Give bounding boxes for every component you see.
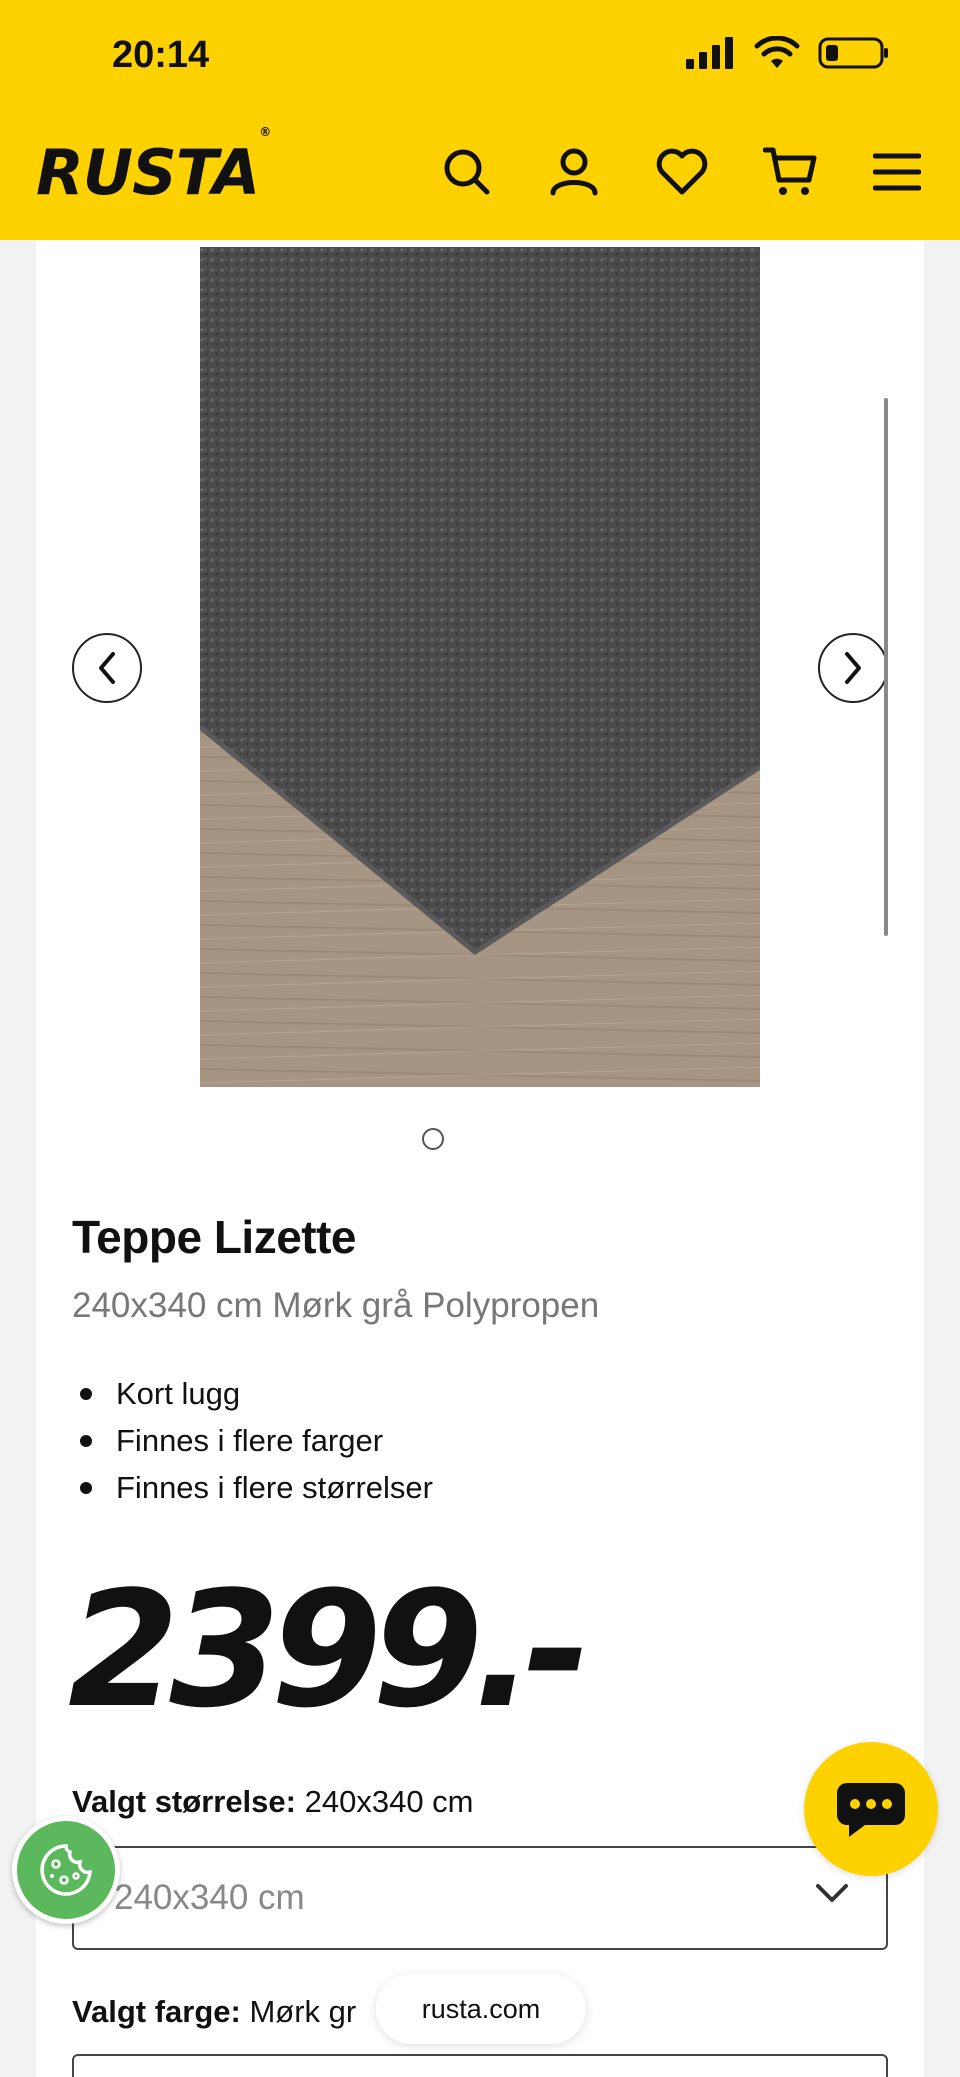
product-image[interactable] bbox=[200, 247, 760, 1087]
size-label-key: Valgt størrelse: bbox=[72, 1784, 296, 1819]
site-header: 20:14 RUSTA® bbox=[0, 0, 960, 240]
search-icon[interactable] bbox=[435, 140, 499, 204]
product-subtitle: 240x340 cm Mørk grå Polypropen bbox=[72, 1286, 600, 1325]
product-title: Teppe Lizette bbox=[72, 1211, 357, 1263]
size-label-value: 240x340 cm bbox=[304, 1784, 474, 1819]
color-label: Valgt farge: Mørk gr bbox=[72, 1994, 356, 2030]
cookie-icon bbox=[40, 1844, 92, 1896]
user-icon[interactable] bbox=[542, 140, 606, 204]
status-icons bbox=[686, 36, 890, 70]
chevron-down-icon bbox=[816, 1884, 848, 1902]
carousel-next-button[interactable] bbox=[818, 633, 888, 703]
carousel-prev-button[interactable] bbox=[72, 633, 142, 703]
size-select-value: 240x340 cm bbox=[114, 1878, 305, 1917]
cookie-settings-button[interactable] bbox=[12, 1816, 120, 1924]
chevron-right-icon bbox=[845, 652, 861, 684]
wifi-icon bbox=[754, 36, 800, 68]
battery-icon bbox=[818, 37, 888, 69]
product-price: 2399.- bbox=[68, 1556, 590, 1743]
feature-item: Finnes i flere farger bbox=[72, 1417, 433, 1464]
cart-icon[interactable] bbox=[758, 140, 822, 204]
color-select[interactable] bbox=[72, 2054, 888, 2077]
browser-url-pill[interactable]: rusta.com bbox=[376, 1974, 586, 2044]
status-time: 20:14 bbox=[112, 34, 210, 76]
feature-item: Finnes i flere størrelser bbox=[72, 1464, 433, 1511]
carousel-dot[interactable] bbox=[422, 1128, 444, 1150]
heart-icon[interactable] bbox=[650, 140, 714, 204]
feature-list: Kort lugg Finnes i flere farger Finnes i… bbox=[72, 1370, 433, 1511]
size-select[interactable]: 240x340 cm bbox=[72, 1846, 888, 1950]
signal-icon bbox=[686, 37, 733, 69]
size-label: Valgt størrelse: 240x340 cm bbox=[72, 1784, 474, 1820]
chevron-left-icon bbox=[99, 652, 115, 684]
logo-trademark: ® bbox=[259, 125, 271, 140]
carousel-scroll-indicator bbox=[884, 398, 888, 936]
header-actions bbox=[0, 140, 960, 204]
color-label-value: Mørk gr bbox=[249, 1994, 357, 2029]
chat-button[interactable] bbox=[804, 1742, 938, 1876]
chat-icon bbox=[837, 1783, 905, 1837]
feature-item: Kort lugg bbox=[72, 1370, 433, 1417]
color-label-key: Valgt farge: bbox=[72, 1994, 241, 2029]
menu-icon[interactable] bbox=[865, 140, 929, 204]
